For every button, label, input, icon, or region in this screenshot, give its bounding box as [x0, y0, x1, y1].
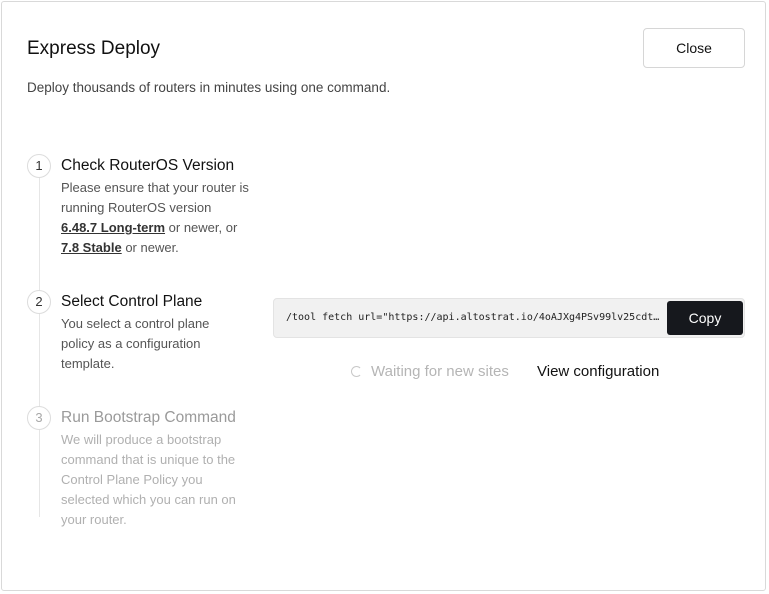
stable-version-link[interactable]: 7.8 Stable	[61, 240, 122, 255]
dialog-subtitle: Deploy thousands of routers in minutes u…	[27, 80, 391, 95]
step-1-number: 1	[27, 154, 51, 178]
bootstrap-command-box: /tool fetch url="https://api.altostrat.i…	[273, 298, 745, 338]
step-3-number: 3	[27, 406, 51, 430]
step-2-number: 2	[27, 290, 51, 314]
step-1-desc-text-3: or newer.	[121, 240, 179, 255]
loading-spinner-icon	[351, 366, 362, 377]
copy-command-button[interactable]: Copy	[667, 301, 743, 335]
waiting-status: Waiting for new sites	[351, 363, 509, 380]
express-deploy-dialog: Express Deploy Close Deploy thousands of…	[1, 1, 766, 591]
step-3-title: Run Bootstrap Command	[61, 409, 236, 426]
step-3-description: We will produce a bootstrap command that…	[61, 432, 236, 527]
view-configuration-link[interactable]: View configuration	[537, 363, 659, 380]
waiting-status-text: Waiting for new sites	[371, 363, 509, 380]
step-1-desc-text: Please ensure that your router is runnin…	[61, 180, 249, 215]
close-button[interactable]: Close	[643, 28, 745, 68]
step-2-title: Select Control Plane	[61, 293, 203, 310]
step-1-desc-text-2: or newer, or	[165, 220, 238, 235]
step-1-description: Please ensure that your router is runnin…	[61, 178, 251, 258]
step-2-description: You select a control plane policy as a c…	[61, 316, 210, 371]
dialog-title: Express Deploy	[27, 38, 161, 59]
bootstrap-command-text[interactable]: /tool fetch url="https://api.altostrat.i…	[286, 299, 664, 337]
step-1-title: Check RouterOS Version	[61, 157, 235, 174]
steps-timeline-line	[39, 177, 40, 517]
long-term-version-link[interactable]: 6.48.7 Long-term	[61, 220, 165, 235]
